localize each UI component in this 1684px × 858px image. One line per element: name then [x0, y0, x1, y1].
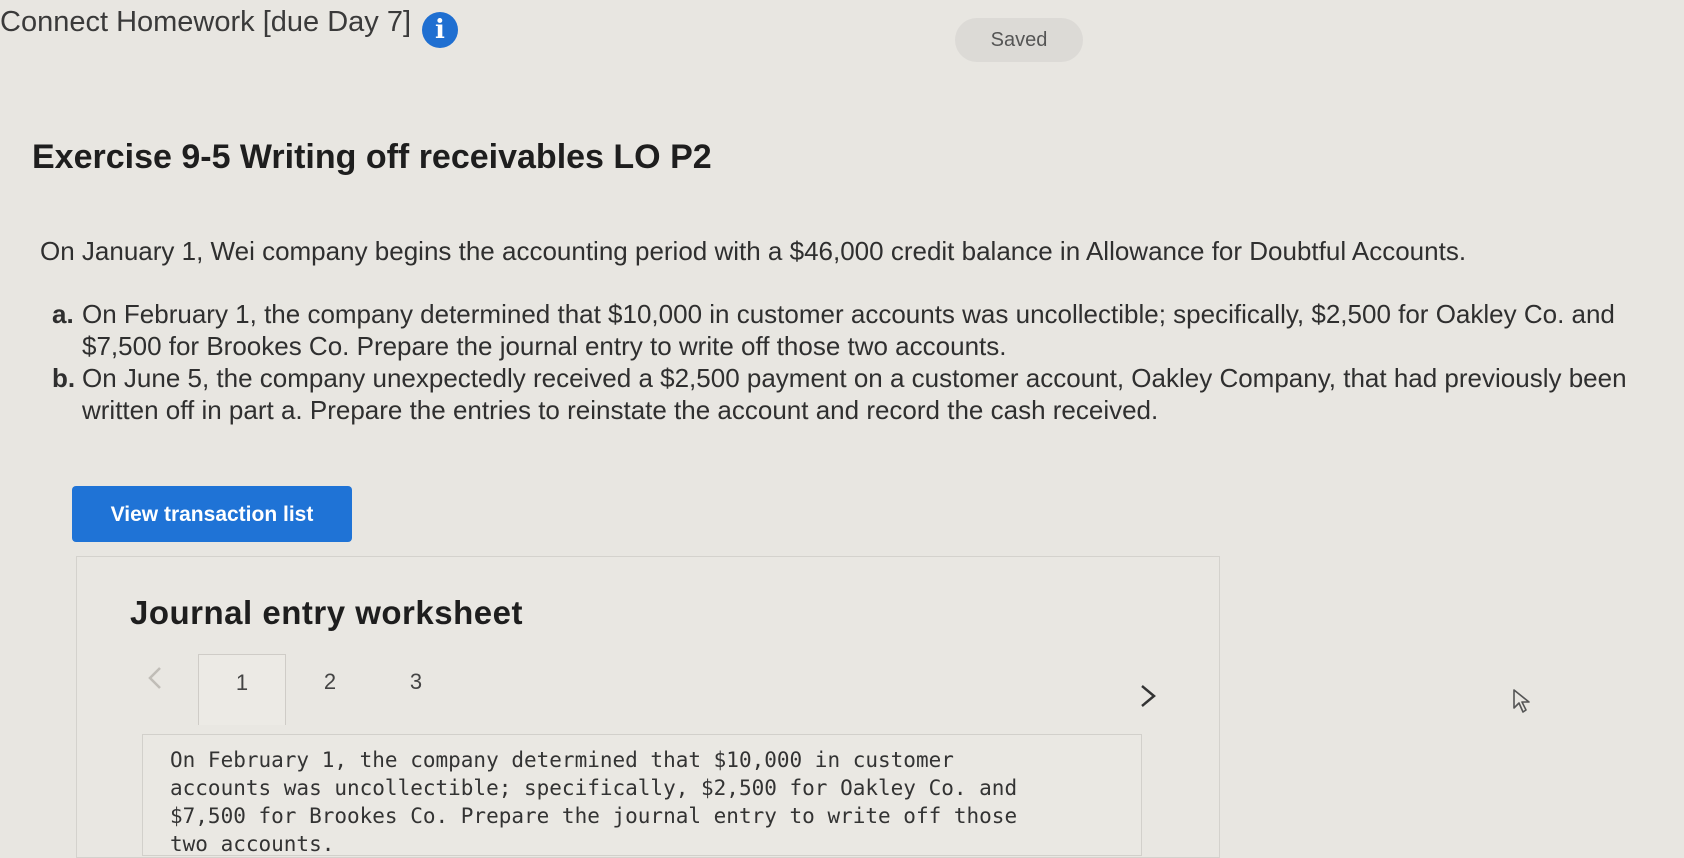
- saved-status-badge: Saved: [955, 18, 1083, 62]
- view-transaction-list-button[interactable]: View transaction list: [72, 486, 352, 542]
- part-b-letter: b.: [52, 363, 76, 393]
- exercise-intro: On January 1, Wei company begins the acc…: [40, 236, 1467, 266]
- chevron-left-icon[interactable]: [142, 660, 168, 696]
- part-b-text: On June 5, the company unexpectedly rece…: [82, 363, 1627, 425]
- exercise-parts: a. On February 1, the company determined…: [52, 298, 1682, 426]
- worksheet-tab-1[interactable]: 1: [198, 654, 286, 725]
- info-icon[interactable]: i: [422, 12, 458, 48]
- chevron-right-icon[interactable]: [1132, 676, 1162, 716]
- header-title: Connect Homework [due Day 7]: [0, 6, 412, 38]
- part-b: b. On June 5, the company unexpectedly r…: [52, 362, 1682, 426]
- part-a-letter: a.: [52, 299, 74, 329]
- worksheet-tab-2[interactable]: 2: [300, 660, 360, 704]
- worksheet-tab-3[interactable]: 3: [386, 660, 446, 704]
- mouse-cursor-icon: [1510, 686, 1536, 716]
- exercise-title: Exercise 9-5 Writing off receivables LO …: [32, 138, 712, 176]
- worksheet-title: Journal entry worksheet: [130, 594, 523, 631]
- instruction-text: On February 1, the company determined th…: [170, 748, 1018, 856]
- part-a-text: On February 1, the company determined th…: [82, 299, 1615, 361]
- part-a: a. On February 1, the company determined…: [52, 298, 1682, 362]
